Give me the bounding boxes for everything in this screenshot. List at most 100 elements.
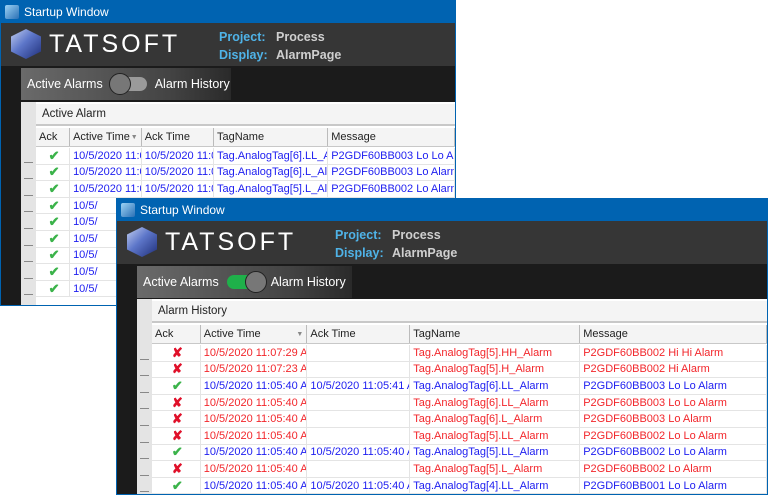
cell-ack-time (307, 411, 411, 427)
acknowledged-check-icon: ✔ (152, 378, 201, 394)
cell-active-time: 10/5/2020 11:05:40 AM (201, 394, 308, 411)
window-title: Startup Window (140, 203, 225, 217)
alarm-row[interactable]: ✔10/5/2020 11:05:40 AM10/5/2020 11:05:41… (36, 164, 455, 182)
row-indicator (24, 277, 33, 279)
display-value: AlarmPage (392, 246, 458, 260)
row-indicator (24, 261, 33, 263)
cell-tag-name: Tag.AnalogTag[5].LL_Alarm (410, 428, 581, 444)
active-alarms-label[interactable]: Active Alarms (143, 275, 219, 289)
cell-message: P2GDF60BB002 Lo Lo Alarm (580, 428, 767, 444)
row-gutter (137, 299, 152, 494)
alarm-row[interactable]: ✘ 10/5/2020 11:07:23 AM Tag.AnalogTag[5].H… (152, 361, 767, 379)
cell-tag-name: Tag.AnalogTag[5].H_Alarm (410, 361, 581, 378)
display-label: Display: (335, 246, 384, 260)
alarm-mode-toggle[interactable] (108, 73, 147, 95)
alarm-row[interactable]: ✔10/5/2020 11:05:40 AM10/5/2020 11:05:41… (36, 148, 455, 165)
row-indicator (140, 491, 149, 493)
column-header-tagname[interactable]: TagName (214, 128, 329, 146)
alarm-row[interactable]: ✔10/5/2020 11:05:40 AM10/5/2020 11:05:40… (152, 444, 767, 462)
column-header-label: Active Time (73, 131, 130, 143)
cell-tag-name: Tag.AnalogTag[5].L_Alarm (214, 181, 329, 197)
alarm-row[interactable]: ✔10/5/2020 11:05:40 AM10/5/2020 11:05:41… (152, 378, 767, 395)
cell-ack-time: 10/5/2020 11:05:41 AM (307, 378, 411, 394)
display-label: Display: (219, 48, 268, 62)
title-bar[interactable]: Startup Window (117, 199, 767, 221)
cell-tag-name: Tag.AnalogTag[5].LL_Alarm (410, 444, 581, 461)
cell-message: P2GDF60BB003 Lo Alarm (580, 411, 767, 427)
acknowledged-check-icon: ✔ (152, 477, 201, 494)
cell-message: P2GDF60BB003 Lo Lo Alarm (580, 394, 767, 411)
cell-message: P2GDF60BB002 Lo Lo Alarm (580, 444, 767, 461)
cell-ack-time: 10/5/2020 11:05:40 AM (142, 181, 214, 197)
logo-text: TATSOFT (165, 227, 297, 256)
cell-active-time: 10/5/2020 11:07:29 AM (201, 345, 308, 361)
row-indicator (24, 294, 33, 296)
cell-message: P2GDF60BB002 Lo Alarm (328, 181, 455, 197)
column-header-active-time[interactable]: Active Time ▼ (70, 128, 142, 146)
alarm-row[interactable]: ✔10/5/2020 11:05:40 AM10/5/2020 11:05:40… (36, 181, 455, 198)
column-header-ack-time[interactable]: Ack Time (307, 325, 411, 343)
cell-message: P2GDF60BB003 Lo Lo Alarm (580, 378, 767, 394)
alarm-row[interactable]: ✘ 10/5/2020 11:05:40 AM Tag.AnalogTag[5].L… (152, 428, 767, 445)
header: TATSOFT Project: Process Display: AlarmPag… (117, 221, 767, 264)
alarm-history-label[interactable]: Alarm History (271, 275, 346, 289)
header: TATSOFT Project: Process Display: AlarmPag… (1, 23, 455, 66)
cell-active-time: 10/5/2020 11:05:40 AM (201, 461, 308, 477)
cell-active-time: 10/5/2020 11:05:40 AM (70, 148, 142, 164)
acknowledged-check-icon: ✔ (36, 148, 71, 164)
cell-message: P2GDF60BB003 Lo Lo Alarm (328, 148, 455, 164)
column-header-label: TagName (216, 131, 265, 143)
cell-ack-time (307, 428, 411, 444)
alarm-row[interactable]: ✘ 10/5/2020 11:05:40 AM Tag.AnalogTag[6].L… (152, 411, 767, 428)
column-header-active-time[interactable]: Active Time ▼ (201, 325, 308, 343)
toolbar: Active Alarms Alarm History (1, 66, 455, 100)
column-header-label: Active Time (203, 328, 261, 340)
unacknowledged-x-icon: ✘ (152, 461, 201, 477)
cell-tag-name: Tag.AnalogTag[6].L_Alarm (410, 411, 581, 427)
row-indicator (140, 408, 149, 410)
column-header-message[interactable]: Message (328, 128, 455, 146)
column-header-label: TagName (413, 328, 461, 340)
acknowledged-check-icon: ✔ (36, 231, 71, 247)
cell-message: P2GDF60BB002 Hi Hi Alarm (580, 345, 767, 361)
display-value: AlarmPage (276, 48, 342, 62)
column-header-ack[interactable]: Ack (36, 128, 71, 146)
column-header-label: Message (583, 328, 628, 340)
column-header-row: Ack Active Time ▼ Ack Time TagName Message (152, 325, 767, 344)
cell-ack-time: 10/5/2020 11:05:41 AM (142, 148, 214, 164)
alarm-row[interactable]: ✔10/5/2020 11:05:40 AM10/5/2020 11:05:40… (152, 477, 767, 494)
logo-text: TATSOFT (49, 29, 181, 58)
group-header: Alarm History (152, 301, 767, 323)
cell-tag-name: Tag.AnalogTag[4].LL_Alarm (410, 477, 581, 494)
unacknowledged-x-icon: ✘ (152, 411, 201, 427)
toggle-knob[interactable] (108, 73, 131, 95)
sort-descending-icon[interactable]: ▼ (131, 134, 138, 141)
title-bar[interactable]: Startup Window (1, 1, 455, 23)
toolbar: Active Alarms Alarm History (117, 264, 767, 298)
row-gutter (21, 102, 36, 305)
cell-message: P2GDF60BB002 Hi Alarm (580, 361, 767, 378)
active-alarms-label[interactable]: Active Alarms (27, 77, 103, 91)
acknowledged-check-icon: ✔ (36, 264, 71, 280)
column-header-tagname[interactable]: TagName (410, 325, 581, 343)
cube-logo-icon (127, 227, 157, 257)
cell-tag-name: Tag.AnalogTag[6].LL_Alarm (214, 148, 329, 164)
column-header-message[interactable]: Message (580, 325, 767, 343)
toggle-knob[interactable] (244, 271, 267, 293)
cell-tag-name: Tag.AnalogTag[5].L_Alarm (410, 461, 581, 477)
alarm-mode-toggle[interactable] (226, 271, 267, 293)
cell-ack-time (307, 394, 411, 411)
row-indicator (140, 458, 149, 460)
alarm-history-label[interactable]: Alarm History (155, 77, 230, 91)
column-header-ack[interactable]: Ack (152, 325, 201, 343)
alarm-row[interactable]: ✘ 10/5/2020 11:05:40 AM Tag.AnalogTag[5].L… (152, 461, 767, 478)
acknowledged-check-icon: ✔ (36, 247, 71, 264)
cell-active-time: 10/5/2020 11:07:23 AM (201, 361, 308, 378)
row-indicator (140, 425, 149, 426)
sort-descending-icon[interactable]: ▼ (296, 331, 303, 338)
cell-active-time: 10/5/2020 11:05:40 AM (201, 428, 308, 444)
column-header-label: Ack (39, 131, 58, 143)
alarm-row[interactable]: ✘ 10/5/2020 11:05:40 AM Tag.AnalogTag[6].L… (152, 394, 767, 412)
alarm-row[interactable]: ✘ 10/5/2020 11:07:29 AM Tag.AnalogTag[5].H… (152, 345, 767, 362)
column-header-ack-time[interactable]: Ack Time (142, 128, 214, 146)
